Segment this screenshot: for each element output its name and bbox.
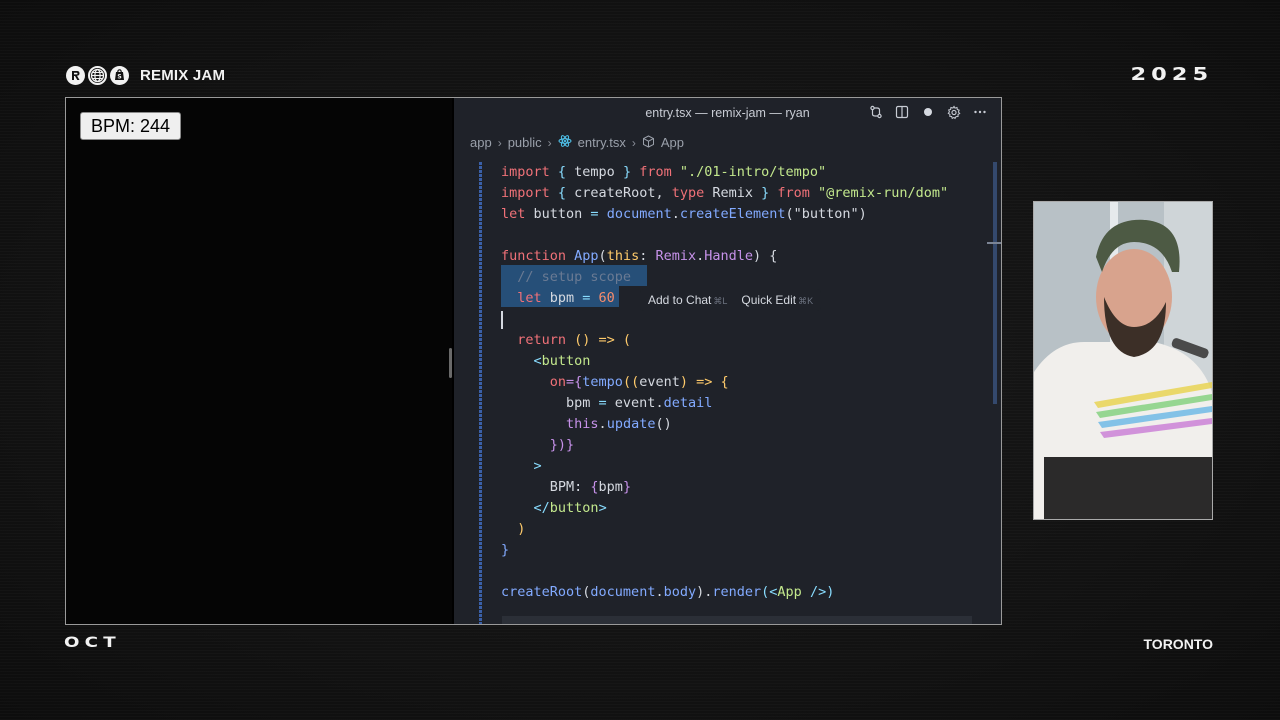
vertical-scrollbar[interactable]: [993, 162, 997, 404]
breadcrumb-item-public[interactable]: public: [508, 135, 542, 150]
quick-edit-button[interactable]: Quick Edit ⌘K: [741, 293, 813, 307]
code-line: // setup scope: [501, 269, 632, 285]
code-line: })}: [501, 437, 575, 453]
event-month: OCT: [64, 635, 121, 651]
code-line: </button>: [501, 500, 607, 516]
code-line: >: [501, 458, 542, 474]
presentation-screen: BPM: 244 entry.tsx — remix-jam — ryan ap…: [65, 97, 1002, 625]
code-line: ): [501, 521, 526, 537]
brand-name: REMIX JAM: [140, 66, 226, 84]
code-line: <button: [501, 353, 591, 369]
code-line: function App(this: Remix.Handle) {: [501, 248, 778, 264]
speaker-video-image: [1034, 202, 1212, 519]
browser-preview: BPM: 244: [66, 98, 452, 624]
react-file-icon: [558, 134, 572, 151]
inline-ai-actions: Add to Chat ⌘L Quick Edit ⌘K: [640, 289, 822, 311]
code-line: this.update(): [501, 416, 672, 432]
add-to-chat-button[interactable]: Add to Chat ⌘L: [648, 293, 727, 307]
code-area[interactable]: import { tempo } from "./01-intro/tempo"…: [454, 162, 1001, 624]
code-line: return () => (: [501, 332, 632, 348]
scrollbar-marker: [987, 242, 1001, 244]
settings-gear-icon[interactable]: [947, 104, 961, 120]
more-icon[interactable]: [973, 104, 987, 120]
component-cube-icon: [642, 134, 655, 151]
code-line: import { tempo } from "./01-intro/tempo": [501, 164, 827, 180]
code-line: bpm = event.detail: [501, 395, 713, 411]
breadcrumb-item-app[interactable]: app: [470, 135, 492, 150]
split-editor-icon[interactable]: [895, 104, 909, 120]
horizontal-scrollbar[interactable]: [502, 616, 972, 624]
globe-icon: [88, 65, 107, 85]
shopify-icon: S: [110, 65, 129, 85]
code-line: import { createRoot, type Remix } from "…: [501, 185, 949, 201]
chevron-right-icon: ›: [631, 135, 636, 150]
pane-resize-handle[interactable]: [449, 348, 452, 378]
editor-titlebar: entry.tsx — remix-jam — ryan: [454, 98, 1001, 128]
event-year: 2025: [1130, 64, 1213, 85]
unsaved-dot-icon[interactable]: [921, 104, 935, 120]
chevron-right-icon: ›: [497, 135, 502, 150]
chevron-right-icon: ›: [547, 135, 552, 150]
code-line: BPM: {bpm}: [501, 479, 632, 495]
code-line: createRoot(document.body).render(<App />…: [501, 584, 835, 600]
titlebar-actions: [869, 104, 987, 120]
git-change-gutter: [479, 162, 482, 624]
text-cursor: [501, 311, 503, 329]
code-line: let bpm = 60: [501, 290, 615, 306]
code-line: on={tempo((event) => {: [501, 374, 729, 390]
speaker-webcam: [1033, 201, 1213, 520]
compare-icon[interactable]: [869, 104, 883, 120]
brand-header: S REMIX JAM: [66, 65, 225, 85]
breadcrumb-item-file[interactable]: entry.tsx: [578, 135, 626, 150]
remix-logo-icon: [66, 65, 85, 85]
breadcrumb: app › public › entry.tsx › App: [470, 134, 684, 151]
code-editor: entry.tsx — remix-jam — ryan app › publi…: [454, 98, 1001, 624]
event-city: TORONTO: [1143, 636, 1214, 652]
code-line: }: [501, 542, 510, 558]
code-line: let button = document.createElement("but…: [501, 206, 867, 222]
breadcrumb-item-symbol[interactable]: App: [661, 135, 684, 150]
bpm-button[interactable]: BPM: 244: [80, 112, 182, 140]
svg-text:S: S: [117, 74, 121, 81]
